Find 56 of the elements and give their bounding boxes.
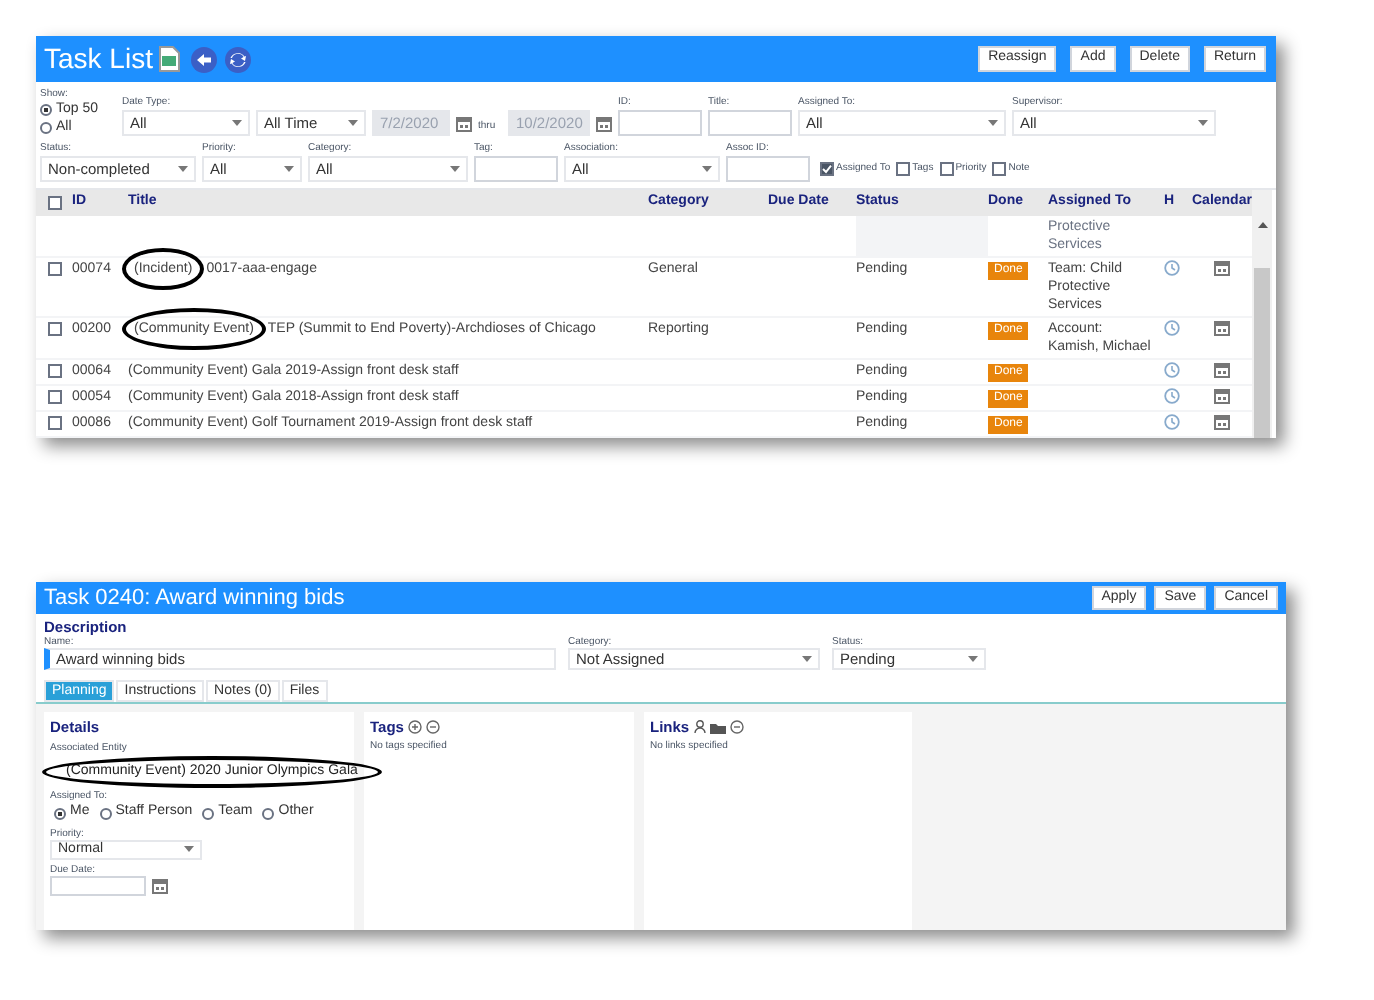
- text-field[interactable]: [618, 110, 702, 136]
- calendar-icon: [456, 115, 472, 131]
- checkbox[interactable]: [47, 322, 61, 336]
- dropdown-caret-icon: [968, 656, 978, 662]
- text-field[interactable]: [474, 156, 558, 182]
- text-field[interactable]: [708, 110, 792, 136]
- window-title: Task List: [44, 40, 153, 78]
- scrollbar[interactable]: [1252, 190, 1272, 438]
- checkbox[interactable]: [47, 416, 61, 430]
- calendar-icon: [1214, 388, 1230, 404]
- remove-icon: [729, 720, 744, 735]
- refresh-icon: [224, 45, 253, 73]
- checkbox[interactable]: [47, 390, 61, 404]
- clock-icon: [1164, 362, 1180, 378]
- dropdown-caret-icon: [1198, 120, 1208, 126]
- checkbox[interactable]: [47, 364, 61, 378]
- calendar-icon: [596, 115, 613, 131]
- add-icon: [407, 720, 422, 735]
- window-title: Task 0240: Award winning bids: [44, 583, 345, 614]
- checkbox[interactable]: [992, 162, 1007, 176]
- radio-button[interactable]: [54, 807, 66, 819]
- radio-button[interactable]: [40, 122, 52, 134]
- dropdown-caret-icon: [988, 120, 998, 126]
- checkbox[interactable]: [47, 196, 61, 210]
- calendar-icon: [152, 877, 168, 894]
- dropdown-caret-icon: [450, 166, 460, 172]
- date-field[interactable]: [50, 875, 146, 896]
- clock-icon: [1164, 260, 1180, 276]
- clock-icon: [1164, 414, 1180, 430]
- scroll-up-arrow-icon: [1257, 222, 1267, 228]
- clock-icon: [1164, 388, 1180, 404]
- checkbox[interactable]: [896, 162, 911, 176]
- calendar-icon: [1214, 320, 1230, 336]
- calendar-icon: [1214, 362, 1230, 378]
- checkbox[interactable]: [820, 162, 834, 176]
- dropdown-caret-icon: [284, 166, 294, 172]
- dropdown-caret-icon: [348, 120, 358, 126]
- checkbox[interactable]: [47, 262, 61, 276]
- radio-button[interactable]: [202, 807, 215, 819]
- radio-button[interactable]: [262, 807, 275, 819]
- dropdown-caret-icon: [178, 166, 188, 172]
- text-field[interactable]: [726, 156, 810, 182]
- radio-button[interactable]: [99, 807, 112, 819]
- dropdown-caret-icon: [232, 120, 242, 126]
- checkbox[interactable]: [939, 162, 954, 176]
- folder-icon: [709, 721, 726, 734]
- dropdown-caret-icon: [184, 846, 194, 853]
- remove-icon: [425, 720, 440, 735]
- calendar-icon: [1214, 414, 1230, 430]
- clock-icon: [1164, 320, 1180, 336]
- radio-button[interactable]: [40, 104, 52, 116]
- dropdown-caret-icon: [702, 166, 712, 172]
- dropdown-caret-icon: [802, 656, 812, 662]
- person-icon: [693, 720, 706, 735]
- spreadsheet-icon: [158, 46, 181, 72]
- calendar-icon: [1214, 260, 1230, 276]
